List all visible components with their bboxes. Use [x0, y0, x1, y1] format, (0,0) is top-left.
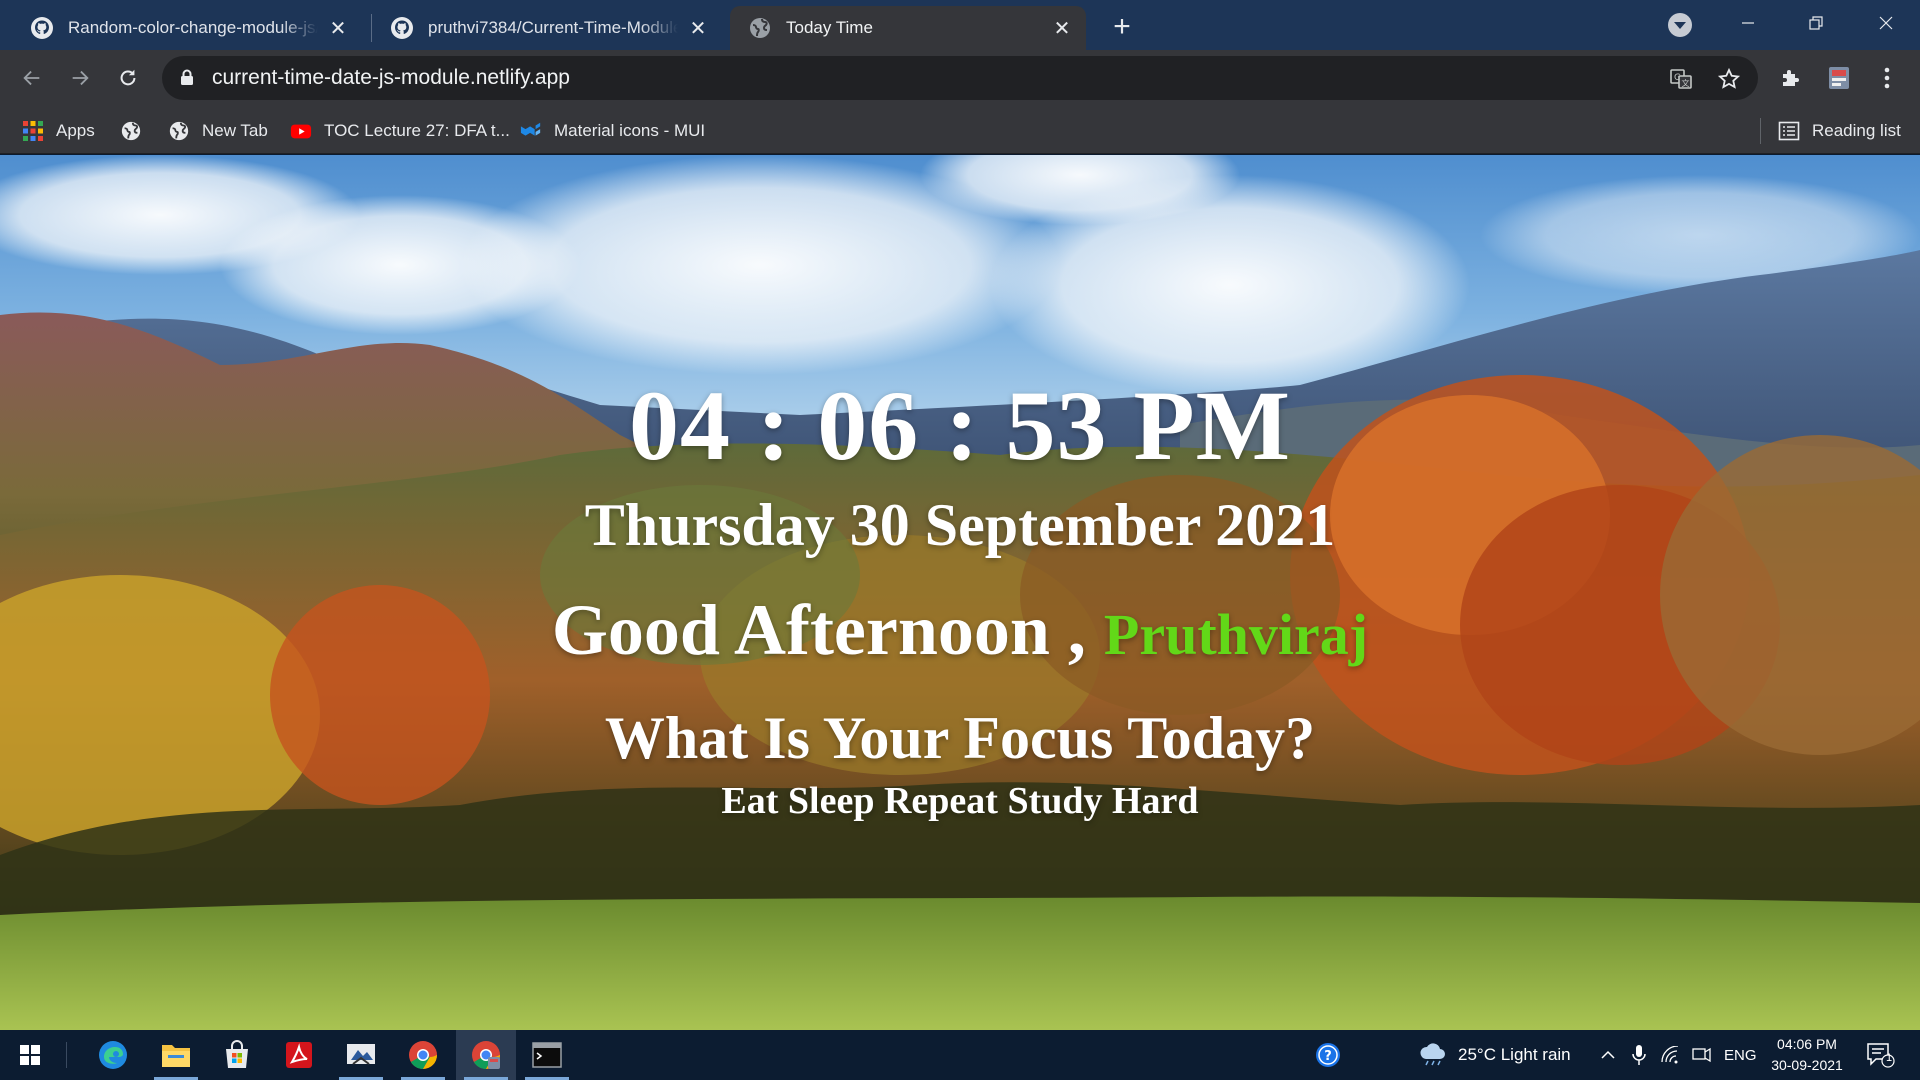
dashboard-content: 04 : 06 : 53 PM Thursday 30 September 20…	[0, 155, 1920, 1030]
close-tab-icon[interactable]: ✕	[1050, 16, 1074, 40]
globe-icon	[169, 121, 189, 141]
chrome-icon[interactable]	[393, 1030, 453, 1080]
close-tab-icon[interactable]: ✕	[686, 16, 710, 40]
taskbar-divider	[66, 1042, 67, 1068]
bookmark-label: New Tab	[202, 121, 268, 140]
minimize-icon[interactable]	[1728, 8, 1768, 38]
user-name: Pruthviraj	[1103, 602, 1369, 667]
reading-list-icon	[1778, 121, 1800, 141]
tab-title: pruthvi7384/Current-Time-Module-	[428, 18, 678, 37]
microsoft-store-icon[interactable]	[207, 1030, 267, 1080]
reload-icon[interactable]	[112, 62, 144, 94]
tab-search-chevron-icon[interactable]	[1668, 13, 1692, 37]
tab-random-color[interactable]: Random-color-change-module-js/Si ✕	[12, 6, 362, 50]
adobe-acrobat-icon[interactable]	[269, 1030, 329, 1080]
system-time: 04:06 PM	[1777, 1036, 1837, 1052]
globe-icon	[121, 121, 141, 141]
apps-grid-icon	[23, 121, 43, 141]
svg-text:?: ?	[1324, 1049, 1332, 1064]
page-background-landscape: 04 : 06 : 53 PM Thursday 30 September 20…	[0, 155, 1920, 1030]
github-icon	[391, 17, 413, 39]
language-indicator[interactable]: ENG	[1724, 1030, 1757, 1080]
browser-toolbar: current-time-date-js-module.netlify.app …	[0, 50, 1920, 106]
notification-center-icon[interactable]: 1	[1866, 1030, 1896, 1080]
tab-today-time[interactable]: Today Time ✕	[730, 6, 1086, 50]
weather-text: 25°C Light rain	[1458, 1045, 1571, 1064]
windows-taskbar: ? 25°C Light rain ENG 04:06 PM 30-09-202…	[0, 1030, 1920, 1080]
system-clock[interactable]: 04:06 PM 30-09-2021	[1762, 1034, 1852, 1076]
close-tab-icon[interactable]: ✕	[326, 16, 350, 40]
tab-strip: Random-color-change-module-js/Si ✕ pruth…	[0, 0, 1920, 50]
youtube-icon	[290, 124, 312, 139]
notification-count: 1	[1885, 1052, 1893, 1064]
focus-question: What Is Your Focus Today?	[604, 705, 1316, 771]
svg-text:文: 文	[1682, 78, 1690, 88]
tab-title: Random-color-change-module-js/Si	[68, 18, 318, 37]
github-icon	[31, 17, 53, 39]
back-arrow-icon[interactable]	[16, 62, 48, 94]
greeting-line: Good Afternoon , Pruthviraj	[0, 589, 1920, 676]
bookmark-new-tab[interactable]: New Tab	[168, 118, 268, 144]
url-text[interactable]: current-time-date-js-module.netlify.app	[212, 66, 570, 90]
weather-widget[interactable]: 25°C Light rain	[1418, 1030, 1571, 1080]
system-date: 30-09-2021	[1771, 1057, 1843, 1073]
wifi-icon[interactable]	[1660, 1030, 1680, 1080]
cloud-rain-icon	[1420, 1043, 1445, 1066]
tab-title: Today Time	[786, 18, 873, 37]
tab-current-time-module[interactable]: pruthvi7384/Current-Time-Module- ✕	[372, 6, 722, 50]
close-window-icon[interactable]	[1866, 8, 1906, 38]
greeting-text: Good Afternoon ,	[551, 590, 1086, 670]
chrome-profile-active-icon[interactable]	[456, 1030, 516, 1080]
edge-browser-icon[interactable]	[83, 1030, 143, 1080]
current-time: 04 : 06 : 53 PM	[628, 370, 1292, 481]
reading-list-label: Reading list	[1812, 121, 1901, 140]
volume-icon[interactable]	[1692, 1030, 1712, 1080]
snipping-tool-icon[interactable]	[331, 1030, 391, 1080]
address-bar[interactable]: current-time-date-js-module.netlify.app …	[162, 56, 1758, 100]
current-date: Thursday 30 September 2021	[584, 492, 1336, 558]
bookmark-star-icon[interactable]	[1716, 66, 1742, 92]
more-menu-icon[interactable]	[1874, 65, 1900, 91]
profile-avatar-icon[interactable]	[1826, 65, 1852, 91]
lock-icon[interactable]	[180, 69, 194, 85]
extensions-puzzle-icon[interactable]	[1778, 65, 1804, 91]
mui-icon	[520, 122, 541, 136]
bookmarks-separator	[1760, 118, 1761, 144]
reading-list-button[interactable]: Reading list	[1778, 118, 1901, 144]
bookmark-globe[interactable]	[120, 118, 154, 144]
bookmark-toc-lecture[interactable]: TOC Lecture 27: DFA t...	[290, 118, 510, 144]
bookmark-apps[interactable]: Apps	[22, 118, 95, 144]
bookmark-label: Apps	[56, 121, 95, 140]
start-windows-icon[interactable]	[0, 1030, 60, 1080]
focus-answer[interactable]: Eat Sleep Repeat Study Hard	[0, 777, 1920, 825]
bookmark-label: Material icons - MUI	[554, 121, 706, 140]
globe-icon	[750, 18, 770, 38]
translate-icon[interactable]: G文	[1668, 66, 1694, 92]
language-text: ENG	[1724, 1046, 1757, 1064]
bookmark-label: TOC Lecture 27: DFA t...	[324, 121, 510, 140]
show-hidden-icons-chevron-icon[interactable]	[1600, 1030, 1616, 1080]
terminal-icon[interactable]	[517, 1030, 577, 1080]
forward-arrow-icon[interactable]	[64, 62, 96, 94]
bookmarks-bar: Apps New Tab TOC Lecture 27: DFA t... Ma…	[0, 106, 1920, 154]
file-explorer-icon[interactable]	[146, 1030, 206, 1080]
new-tab-plus-icon[interactable]: +	[1106, 12, 1138, 44]
bookmark-material-icons[interactable]: Material icons - MUI	[520, 118, 705, 144]
microphone-icon[interactable]	[1632, 1030, 1646, 1080]
restore-icon[interactable]	[1796, 8, 1836, 38]
help-icon[interactable]: ?	[1298, 1030, 1358, 1080]
